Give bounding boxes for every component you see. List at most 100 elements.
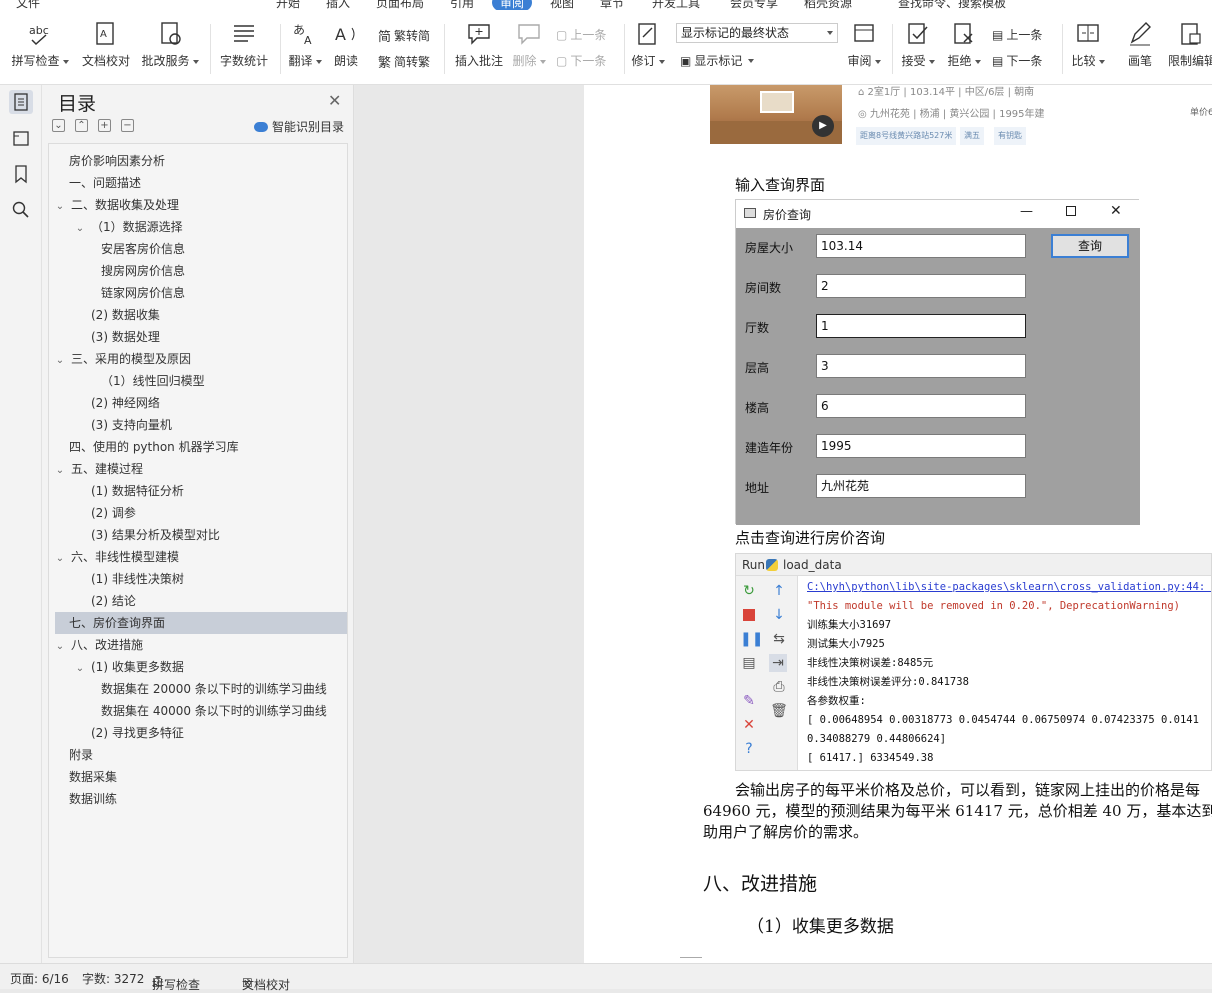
command-search[interactable]: 查找命令、搜索模板: [898, 0, 1006, 10]
toc-tab[interactable]: [9, 90, 33, 114]
collapse-all-icon[interactable]: ⌄: [52, 119, 65, 132]
field-input[interactable]: 1: [816, 314, 1026, 338]
spell-check-button[interactable]: abc 拼写检查: [10, 16, 70, 78]
pause-icon[interactable]: ❚❚: [740, 630, 763, 648]
expand-all-icon[interactable]: ⌃: [75, 119, 88, 132]
prev-revision-button[interactable]: ▤ 上一条: [992, 26, 1042, 43]
next-revision-button[interactable]: ▤ 下一条: [992, 52, 1042, 69]
close-icon[interactable]: ✕: [740, 716, 758, 734]
toc-item[interactable]: (2) 神经网络: [55, 392, 347, 414]
toc-item[interactable]: ⌄ 五、建模过程: [55, 458, 347, 480]
query-button[interactable]: 查询: [1051, 234, 1129, 258]
doc-check-button[interactable]: A 文档校对: [78, 16, 134, 78]
chevron-down-icon[interactable]: ⌄: [75, 658, 85, 678]
toc-item[interactable]: ⌄ 八、改进措施: [55, 634, 347, 656]
menu-item[interactable]: 视图: [550, 0, 574, 10]
review-pane-button[interactable]: 审阅: [846, 16, 882, 78]
menu-item[interactable]: 开发工具: [652, 0, 700, 10]
toc-item[interactable]: 搜房网房价信息: [55, 260, 347, 282]
chevron-down-icon[interactable]: ⌄: [55, 350, 65, 370]
menu-item[interactable]: 会员专享: [730, 0, 778, 10]
print-icon[interactable]: ⎙: [770, 678, 788, 696]
layout-icon[interactable]: ▤: [740, 654, 758, 672]
toc-item[interactable]: （1）线性回归模型: [55, 370, 347, 392]
minimize-icon[interactable]: —: [1020, 204, 1033, 219]
batch-service-button[interactable]: 批改服务: [140, 16, 200, 78]
toc-item[interactable]: 四、使用的 python 机器学习库: [55, 436, 347, 458]
field-input[interactable]: 2: [816, 274, 1026, 298]
trash-icon[interactable]: 🗑: [770, 702, 788, 720]
menu-item[interactable]: 审阅: [492, 0, 533, 10]
toc-item[interactable]: 数据采集: [55, 766, 347, 788]
toc-item[interactable]: (3) 支持向量机: [55, 414, 347, 436]
remove-heading-icon[interactable]: −: [121, 119, 134, 132]
soft-wrap-icon[interactable]: ⇆: [770, 630, 788, 648]
word-count-button[interactable]: 字数统计: [216, 16, 272, 78]
toc-item[interactable]: (2) 调参: [55, 502, 347, 524]
simp-to-trad-button[interactable]: 繁简转繁: [378, 52, 430, 71]
chevron-down-icon[interactable]: ⌄: [55, 548, 65, 568]
chevron-down-icon[interactable]: ⌄: [75, 218, 85, 238]
toc-item[interactable]: 一、问题描述: [55, 172, 347, 194]
toc-item[interactable]: (3) 数据处理: [55, 326, 347, 348]
prev-comment-button[interactable]: ▢ 上一条: [556, 26, 606, 43]
toc-item[interactable]: ⌄ 二、数据收集及处理: [55, 194, 347, 216]
field-input[interactable]: 1995: [816, 434, 1026, 458]
rerun-icon[interactable]: ↻: [740, 582, 758, 600]
field-input[interactable]: 6: [816, 394, 1026, 418]
toc-item[interactable]: 安居客房价信息: [55, 238, 347, 260]
translate-button[interactable]: あA 翻译: [286, 16, 324, 78]
restrict-edit-button[interactable]: 限制编辑: [1168, 16, 1212, 78]
nav-tab[interactable]: [9, 126, 33, 150]
toc-item[interactable]: (1) 非线性决策树: [55, 568, 347, 590]
add-heading-icon[interactable]: +: [98, 119, 111, 132]
menu-item[interactable]: 页面布局: [376, 0, 424, 10]
console-line[interactable]: C:\hyh\python\lib\site-packages\sklearn\…: [807, 578, 1211, 597]
chevron-down-icon[interactable]: ⌄: [55, 460, 65, 480]
menu-item[interactable]: 引用: [450, 0, 474, 10]
menu-item[interactable]: 稻壳资源: [804, 0, 852, 10]
toc-item[interactable]: (1) 数据特征分析: [55, 480, 347, 502]
markup-state-select[interactable]: 显示标记的最终状态: [676, 23, 838, 43]
menu-item[interactable]: 章节: [600, 0, 624, 10]
toc-item[interactable]: 数据训练: [55, 788, 347, 810]
word-count-indicator[interactable]: 字数: 3272: [82, 970, 144, 987]
pin-icon[interactable]: ✎: [740, 692, 758, 710]
field-input[interactable]: 103.14: [816, 234, 1026, 258]
toc-item[interactable]: (2) 结论: [55, 590, 347, 612]
close-icon[interactable]: ✕: [328, 91, 341, 110]
field-input[interactable]: 3: [816, 354, 1026, 378]
trad-to-simp-button[interactable]: 简繁转简: [378, 26, 430, 45]
scroll-end-icon[interactable]: ⇥: [769, 654, 787, 672]
toc-item[interactable]: (3) 结果分析及模型对比: [55, 524, 347, 546]
toc-item[interactable]: (2) 寻找更多特征: [55, 722, 347, 744]
toc-item[interactable]: 数据集在 40000 条以下时的训练学习曲线: [55, 700, 347, 722]
toc-item[interactable]: (2) 数据收集: [55, 304, 347, 326]
chevron-down-icon[interactable]: ⌄: [55, 636, 65, 656]
insert-comment-button[interactable]: 插入批注: [452, 16, 506, 78]
revise-button[interactable]: 修订: [630, 16, 666, 78]
menu-item[interactable]: 文件: [16, 0, 40, 10]
toc-item[interactable]: ⌄ （1）数据源选择: [55, 216, 347, 238]
show-markup-button[interactable]: ▣ 显示标记: [680, 52, 755, 69]
toc-item[interactable]: ⌄ 六、非线性模型建模: [55, 546, 347, 568]
ai-toc-button[interactable]: 智能识别目录: [254, 118, 344, 135]
menu-item[interactable]: 开始: [276, 0, 300, 10]
menu-item[interactable]: 插入: [326, 0, 350, 10]
page-indicator[interactable]: 页面: 6/16: [10, 970, 69, 987]
play-icon[interactable]: ▶: [812, 115, 834, 137]
delete-comment-button[interactable]: 删除: [510, 16, 548, 78]
toc-item[interactable]: ⌄ 三、采用的模型及原因: [55, 348, 347, 370]
maximize-icon[interactable]: [1066, 206, 1076, 216]
toc-item[interactable]: 房价影响因素分析: [55, 150, 347, 172]
stop-icon[interactable]: [740, 606, 758, 624]
field-input[interactable]: 九州花苑: [816, 474, 1026, 498]
bookmark-tab[interactable]: [9, 162, 33, 186]
chevron-down-icon[interactable]: ⌄: [55, 196, 65, 216]
compare-button[interactable]: 比较: [1068, 16, 1108, 78]
close-icon[interactable]: ✕: [1110, 203, 1122, 219]
help-icon[interactable]: ?: [740, 740, 758, 758]
search-tab[interactable]: [9, 198, 33, 222]
read-aloud-button[interactable]: A 朗读: [328, 16, 364, 78]
next-comment-button[interactable]: ▢ 下一条: [556, 52, 606, 69]
